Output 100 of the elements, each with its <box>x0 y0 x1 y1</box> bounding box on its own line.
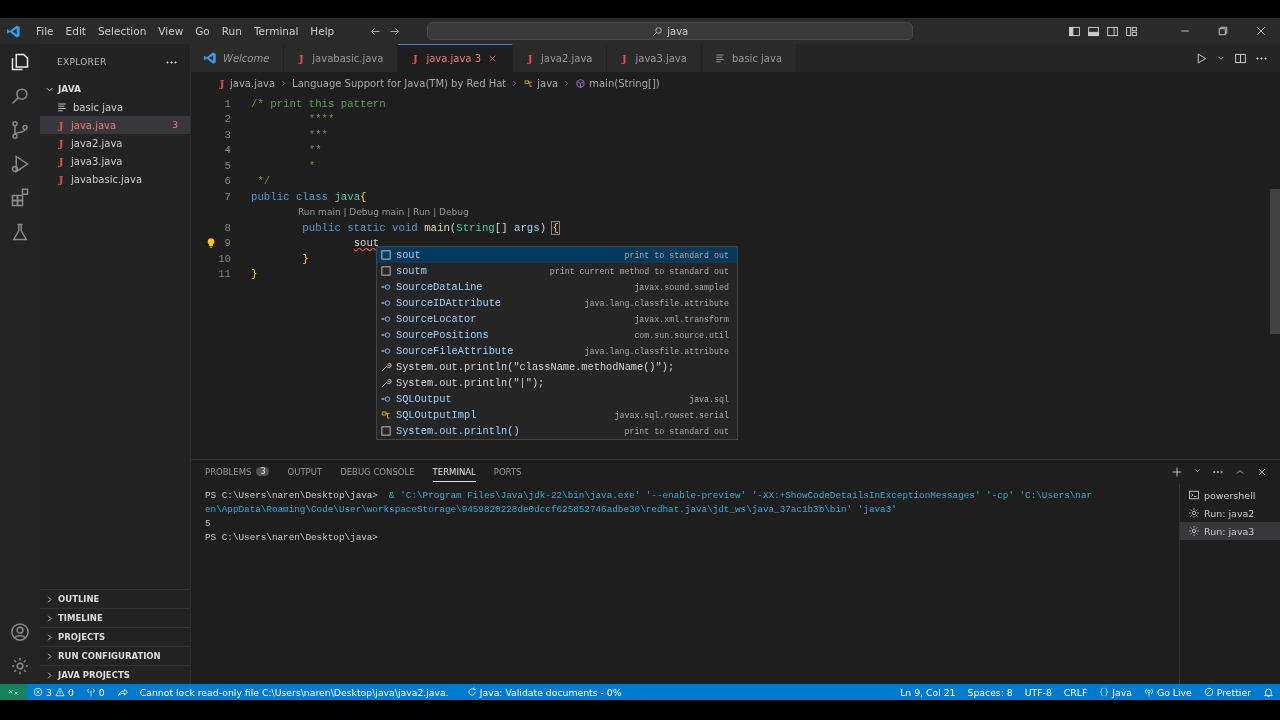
java-file-icon: J <box>56 155 66 167</box>
menu-item[interactable]: Selection <box>92 23 152 39</box>
status-item[interactable]: Spaces: 8 <box>967 686 1013 698</box>
extensions-icon[interactable] <box>10 188 30 208</box>
panel-tab[interactable]: DEBUG CONSOLE <box>340 462 415 482</box>
share-icon[interactable] <box>116 686 128 698</box>
run-icon[interactable] <box>1195 51 1208 65</box>
problem-count: 3 <box>172 120 178 130</box>
toggle-sidebar-icon[interactable] <box>1068 24 1081 38</box>
menu-item[interactable]: Run <box>216 23 247 39</box>
section-header[interactable]: TIMELINE <box>40 608 190 627</box>
run-debug-icon[interactable] <box>10 154 30 174</box>
scrollbar[interactable] <box>1270 189 1280 334</box>
account-icon[interactable] <box>10 622 30 642</box>
toggle-panel-icon[interactable] <box>1087 24 1100 38</box>
suggestion-item[interactable]: SourceDataLine javax.sound.sampled <box>377 279 737 295</box>
go-live-status[interactable]: Go Live <box>1156 686 1192 698</box>
section-header[interactable]: OUTLINE <box>40 589 190 608</box>
prettier-status[interactable]: Prettier <box>1216 686 1251 698</box>
ports-status[interactable]: 0 <box>79 684 111 700</box>
explorer-entry[interactable]: basic java <box>40 98 190 116</box>
problems-status[interactable]: 3 0 <box>27 684 80 700</box>
suggestion-item[interactable]: sout print to standard out <box>377 247 737 263</box>
line-number: 9 <box>223 237 231 250</box>
suggestion-item[interactable]: SourcePositions com.sun.source.util <box>377 327 737 343</box>
flask-icon[interactable] <box>10 222 30 242</box>
source-control-icon[interactable] <box>10 120 30 140</box>
close-icon[interactable] <box>1256 466 1268 478</box>
search-icon[interactable] <box>10 86 30 106</box>
explorer-icon[interactable] <box>10 52 30 72</box>
menu-item[interactable]: Help <box>305 23 340 39</box>
text-file-icon <box>713 52 726 64</box>
java-file-icon: J <box>56 137 66 149</box>
explorer-entry[interactable]: J java.java 3 <box>40 116 190 134</box>
menu-item[interactable]: Terminal <box>248 23 304 39</box>
bell-icon[interactable] <box>1263 686 1274 698</box>
terminal-session[interactable]: Run: java3 <box>1180 522 1280 540</box>
close-icon[interactable] <box>1255 25 1267 37</box>
status-item[interactable]: UTF-8 <box>1024 686 1052 698</box>
code-line: **** <box>307 113 335 126</box>
code-line: * <box>307 159 316 172</box>
breadcrumb-item[interactable]: java.java <box>230 77 276 89</box>
status-item[interactable]: CRLF <box>1063 686 1088 698</box>
suggestion-item[interactable]: System.out.println("|"); <box>377 375 737 391</box>
editor-tab[interactable]: Welcome <box>191 44 285 72</box>
editor-tab[interactable]: J java2.java <box>513 44 608 72</box>
editor-tab[interactable]: J java.java 3 <box>398 44 513 72</box>
editor-tab[interactable]: J java3.java <box>607 44 702 72</box>
settings-icon[interactable] <box>10 656 30 676</box>
suggestion-item[interactable]: System.out.println("className.methodName()"); <box>377 359 737 375</box>
panel-tab[interactable]: TERMINAL <box>432 462 476 482</box>
suggestion-item[interactable]: soutm print current method to standard out <box>377 263 737 279</box>
suggestion-item[interactable]: System.out.println() print to standard out <box>377 423 737 439</box>
command-search-field[interactable]: java <box>427 22 914 40</box>
panel-tab[interactable]: PORTS <box>493 462 522 482</box>
menu-item[interactable]: Edit <box>60 23 91 39</box>
suggestion-item[interactable]: SourceIDAttribute java.lang.classfile.attribute <box>377 295 737 311</box>
section-header[interactable]: RUN CONFIGURATION <box>40 646 190 665</box>
terminal-session[interactable]: Run: java2 <box>1180 504 1280 522</box>
codelens-links[interactable]: Run main | Debug main | Run | Debug <box>298 207 469 218</box>
folder-item[interactable]: JAVA <box>40 80 190 98</box>
explorer-entry[interactable]: J java3.java <box>40 152 190 170</box>
close-icon[interactable] <box>487 53 498 64</box>
wrench-icon <box>380 377 392 389</box>
terminal-session[interactable]: powershell <box>1180 486 1280 504</box>
error-icon <box>33 687 43 697</box>
suggestion-item[interactable]: SourceLocator javax.xml.transform <box>377 311 737 327</box>
editor-tab[interactable]: J javabasic.java <box>284 44 399 72</box>
snippet-icon <box>380 265 392 277</box>
explorer-entry[interactable]: J java2.java <box>40 134 190 152</box>
status-item[interactable]: Ln 9, Col 21 <box>900 686 956 698</box>
line-number: 6 <box>223 175 231 188</box>
split-editor-icon[interactable] <box>1234 51 1247 65</box>
breadcrumb-item[interactable]: java <box>537 77 559 89</box>
broadcast-icon <box>1143 687 1154 697</box>
status-message: Cannot lock read-only file C:\Users\naren\Desktop\java\java2.java. <box>139 686 449 698</box>
code-line: } <box>251 268 258 281</box>
menu-item[interactable]: Go <box>190 23 215 39</box>
explorer-entry[interactable]: J javabasic.java <box>40 170 190 188</box>
breadcrumb-item[interactable]: main(String[]) <box>589 77 660 89</box>
customize-layout-icon[interactable] <box>1125 24 1138 38</box>
panel-tab[interactable]: PROBLEMS 3 <box>205 462 270 482</box>
editor-tab[interactable]: basic java <box>701 44 797 72</box>
panel-tab[interactable]: OUTPUT <box>287 462 323 482</box>
suggestion-item[interactable]: SQLOutputImpl javax.sql.rowset.serial <box>377 407 737 423</box>
search-icon <box>652 25 664 37</box>
toggle-secondary-sidebar-icon[interactable] <box>1106 24 1119 38</box>
line-number: 1 <box>223 97 231 110</box>
add-icon[interactable] <box>1171 466 1183 478</box>
suggestion-item[interactable]: SourceFileAttribute java.lang.classfile.attribute <box>377 343 737 359</box>
restore-icon[interactable] <box>1217 25 1229 37</box>
language-status[interactable]: Java <box>1112 686 1132 698</box>
section-header[interactable]: PROJECTS <box>40 627 190 646</box>
suggestion-item[interactable]: SQLOutput java.sql <box>377 391 737 407</box>
chevron-down-icon[interactable] <box>1193 466 1202 475</box>
menu-item[interactable]: File <box>31 23 59 39</box>
lightbulb-icon[interactable] <box>205 237 217 250</box>
wrench-icon <box>380 361 392 373</box>
menu-item[interactable]: View <box>153 23 189 39</box>
breadcrumb-item[interactable]: Language Support for Java(TM) by Red Hat <box>292 77 507 89</box>
